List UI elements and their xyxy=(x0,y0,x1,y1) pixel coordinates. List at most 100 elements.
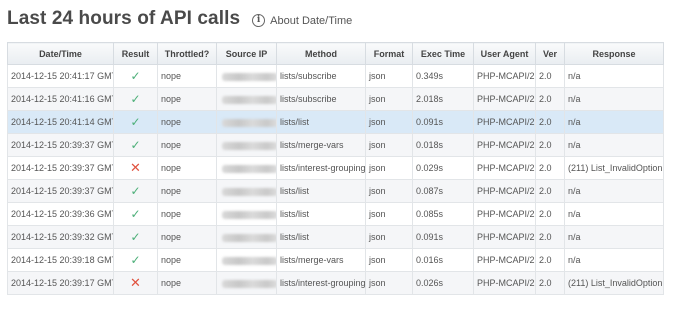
redacted-ip xyxy=(222,118,276,127)
cell-method: lists/list xyxy=(276,179,366,203)
check-icon: ✓ xyxy=(130,138,141,152)
table-row[interactable]: 2014-12-15 20:39:37 GMT ✓ nope lists/list js… xyxy=(7,179,664,203)
cross-icon: ✕ xyxy=(130,275,141,290)
column-header-ver[interactable]: Ver xyxy=(535,42,565,65)
cell-date-time: 2014-12-15 20:41:16 GMT xyxy=(7,87,114,111)
cell-response: n/a xyxy=(564,225,664,249)
cell-throttled: nope xyxy=(157,271,217,295)
cell-date-time: 2014-12-15 20:39:37 GMT xyxy=(7,179,114,203)
cell-response: n/a xyxy=(564,202,664,226)
column-header-date-time[interactable]: Date/Time xyxy=(7,42,114,65)
redacted-ip xyxy=(222,95,276,104)
cell-source-ip xyxy=(216,156,277,180)
cell-throttled: nope xyxy=(157,110,217,134)
cell-exec-time: 0.085s xyxy=(412,202,474,226)
cell-format: json xyxy=(365,202,413,226)
info-icon: i xyxy=(252,14,266,27)
cell-method: lists/subscribe xyxy=(276,64,366,88)
cell-format: json xyxy=(365,271,413,295)
cell-result: ✓ xyxy=(113,179,158,203)
table-row[interactable]: 2014-12-15 20:39:37 GMT ✕ nope lists/intere… xyxy=(7,156,664,180)
cell-date-time: 2014-12-15 20:39:17 GMT xyxy=(7,271,114,295)
cell-ver: 2.0 xyxy=(535,179,565,203)
table-row[interactable]: 2014-12-15 20:41:17 GMT ✓ nope lists/subscr… xyxy=(7,64,664,88)
table-row[interactable]: 2014-12-15 20:39:37 GMT ✓ nope lists/merge-… xyxy=(7,133,664,157)
cell-user-agent: PHP-MCAPI/2.0 xyxy=(473,179,536,203)
column-header-response[interactable]: Response xyxy=(564,42,664,65)
cell-source-ip xyxy=(216,225,277,249)
cell-result: ✕ xyxy=(113,156,158,180)
cell-user-agent: PHP-MCAPI/2.0 xyxy=(473,133,536,157)
redacted-ip xyxy=(222,72,276,81)
about-date-time-link[interactable]: i About Date/Time xyxy=(252,14,352,27)
cell-ver: 2.0 xyxy=(535,133,565,157)
cell-source-ip xyxy=(216,64,277,88)
table-row[interactable]: 2014-12-15 20:41:14 GMT ✓ nope lists/list js… xyxy=(7,110,664,134)
column-header-throttled[interactable]: Throttled? xyxy=(157,42,217,65)
cell-user-agent: PHP-MCAPI/2.0 xyxy=(473,225,536,249)
check-icon: ✓ xyxy=(130,230,141,244)
cell-throttled: nope xyxy=(157,133,217,157)
column-header-source-ip[interactable]: Source IP xyxy=(216,42,277,65)
cell-date-time: 2014-12-15 20:39:37 GMT xyxy=(7,133,114,157)
table-row[interactable]: 2014-12-15 20:39:32 GMT ✓ nope lists/list js… xyxy=(7,225,664,249)
cell-exec-time: 0.029s xyxy=(412,156,474,180)
cell-result: ✕ xyxy=(113,271,158,295)
cell-source-ip xyxy=(216,87,277,111)
cell-format: json xyxy=(365,133,413,157)
cell-throttled: nope xyxy=(157,179,217,203)
cell-user-agent: PHP-MCAPI/2.0 xyxy=(473,87,536,111)
cell-ver: 2.0 xyxy=(535,271,565,295)
cell-response: n/a xyxy=(564,64,664,88)
cell-response: (211) List_InvalidOption xyxy=(564,271,664,295)
column-header-method[interactable]: Method xyxy=(276,42,366,65)
cell-format: json xyxy=(365,225,413,249)
cell-ver: 2.0 xyxy=(535,110,565,134)
cell-response: n/a xyxy=(564,179,664,203)
cell-result: ✓ xyxy=(113,225,158,249)
cell-response: (211) List_InvalidOption xyxy=(564,156,664,180)
cell-date-time: 2014-12-15 20:41:14 GMT xyxy=(7,110,114,134)
column-header-exec-time[interactable]: Exec Time xyxy=(412,42,474,65)
cell-user-agent: PHP-MCAPI/2.0 xyxy=(473,156,536,180)
cell-user-agent: PHP-MCAPI/2.0 xyxy=(473,271,536,295)
page-header: Last 24 hours of API calls i About Date/… xyxy=(7,6,352,32)
cell-throttled: nope xyxy=(157,202,217,226)
table-row[interactable]: 2014-12-15 20:39:18 GMT ✓ nope lists/merge-… xyxy=(7,248,664,272)
check-icon: ✓ xyxy=(130,92,141,106)
cell-date-time: 2014-12-15 20:41:17 GMT xyxy=(7,64,114,88)
check-icon: ✓ xyxy=(130,69,141,83)
cell-method: lists/interest-groupings xyxy=(276,271,366,295)
page-title: Last 24 hours of API calls xyxy=(7,8,241,29)
cell-throttled: nope xyxy=(157,87,217,111)
cell-user-agent: PHP-MCAPI/2.0 xyxy=(473,110,536,134)
cell-format: json xyxy=(365,248,413,272)
column-header-result[interactable]: Result xyxy=(113,42,158,65)
cell-user-agent: PHP-MCAPI/2.0 xyxy=(473,64,536,88)
cell-source-ip xyxy=(216,248,277,272)
table-row[interactable]: 2014-12-15 20:41:16 GMT ✓ nope lists/subscr… xyxy=(7,87,664,111)
table-row[interactable]: 2014-12-15 20:39:17 GMT ✕ nope lists/intere… xyxy=(7,271,664,295)
cell-exec-time: 0.091s xyxy=(412,225,474,249)
column-header-user-agent[interactable]: User Agent xyxy=(473,42,536,65)
table-row[interactable]: 2014-12-15 20:39:36 GMT ✓ nope lists/list js… xyxy=(7,202,664,226)
cell-method: lists/list xyxy=(276,225,366,249)
cell-source-ip xyxy=(216,179,277,203)
cell-exec-time: 0.087s xyxy=(412,179,474,203)
check-icon: ✓ xyxy=(130,115,141,129)
check-icon: ✓ xyxy=(130,207,141,221)
cell-method: lists/list xyxy=(276,110,366,134)
cell-result: ✓ xyxy=(113,87,158,111)
cell-exec-time: 0.026s xyxy=(412,271,474,295)
redacted-ip xyxy=(222,233,276,242)
cell-throttled: nope xyxy=(157,225,217,249)
redacted-ip xyxy=(222,256,276,265)
cell-format: json xyxy=(365,179,413,203)
cell-format: json xyxy=(365,156,413,180)
cell-ver: 2.0 xyxy=(535,87,565,111)
about-date-time-label: About Date/Time xyxy=(270,14,353,27)
cell-exec-time: 0.091s xyxy=(412,110,474,134)
column-header-format[interactable]: Format xyxy=(365,42,413,65)
check-icon: ✓ xyxy=(130,184,141,198)
table-body: 2014-12-15 20:41:17 GMT ✓ nope lists/subscr… xyxy=(7,64,664,295)
